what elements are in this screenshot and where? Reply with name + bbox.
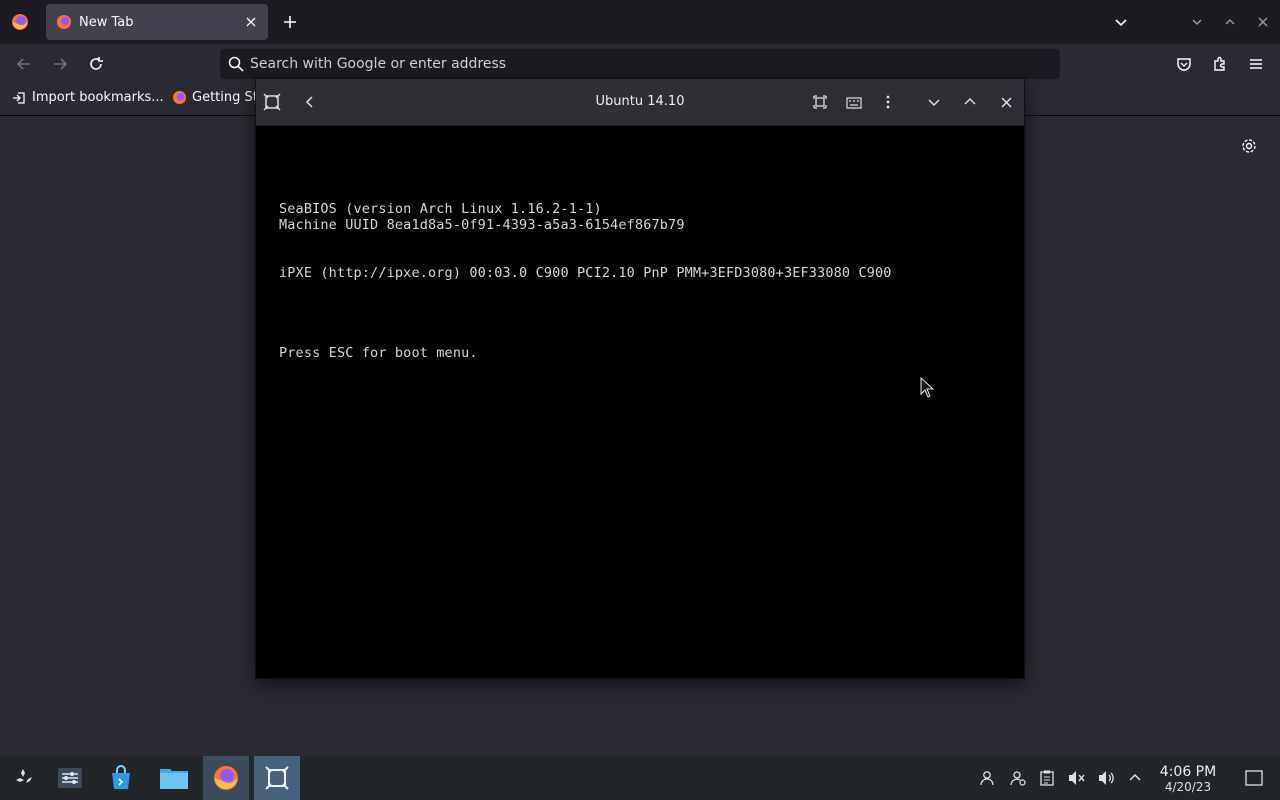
software-store-icon[interactable] <box>98 756 144 800</box>
kebab-menu-icon[interactable] <box>874 88 902 116</box>
window-close-icon[interactable] <box>1249 8 1277 36</box>
maximize-chevron-icon[interactable] <box>956 88 984 116</box>
bookmark-label: Import bookmarks... <box>32 90 164 105</box>
gear-icon[interactable] <box>1235 132 1263 160</box>
hamburger-menu-icon[interactable] <box>1242 50 1270 78</box>
tab-new-tab[interactable]: New Tab <box>46 4 268 40</box>
user-switch-icon[interactable] <box>1007 768 1029 788</box>
volume-muted-icon[interactable] <box>1066 768 1088 788</box>
vm-window-title: Ubuntu 14.10 <box>595 94 685 109</box>
pocket-icon[interactable] <box>1170 50 1198 78</box>
minimize-chevron-icon[interactable] <box>920 88 948 116</box>
firefox-favicon-icon <box>57 15 71 29</box>
volume-icon[interactable] <box>1096 768 1118 788</box>
console-line: Press ESC for boot menu. <box>279 345 478 361</box>
user-icon[interactable] <box>976 768 998 788</box>
vm-viewer-window: Ubuntu 14.10 SeaBIOS (version Arch Linux… <box>256 79 1024 678</box>
console-line: SeaBIOS (version Arch Linux 1.16.2-1-1) <box>279 201 602 217</box>
bookmark-label: Getting St <box>192 90 258 105</box>
console-line: iPXE (http://ipxe.org) 00:03.0 C900 PCI2… <box>279 265 892 281</box>
import-icon <box>13 91 25 104</box>
address-placeholder: Search with Google or enter address <box>250 56 507 72</box>
window-minimize-icon[interactable] <box>1183 8 1211 36</box>
search-icon <box>228 56 244 72</box>
back-arrow-icon[interactable] <box>10 50 38 78</box>
list-all-tabs-chevron-icon[interactable] <box>1107 8 1135 36</box>
address-bar[interactable]: Search with Google or enter address <box>220 49 1060 79</box>
close-icon[interactable] <box>992 88 1020 116</box>
forward-arrow-icon[interactable] <box>46 50 74 78</box>
mouse-cursor-icon <box>920 376 935 403</box>
close-tab-icon[interactable] <box>240 11 262 33</box>
tab-title: New Tab <box>79 14 134 30</box>
window-maximize-icon[interactable] <box>1216 8 1244 36</box>
show-desktop-icon[interactable] <box>1243 768 1265 788</box>
extensions-puzzle-icon[interactable] <box>1206 50 1234 78</box>
taskbar-vm-viewer-icon[interactable] <box>254 756 300 800</box>
reload-icon[interactable] <box>82 50 110 78</box>
application-launcher-icon[interactable] <box>0 756 46 800</box>
taskbar-firefox-icon[interactable] <box>203 756 249 800</box>
clock-date[interactable]: 4/20/23 <box>1152 780 1224 794</box>
browser-tab-bar: New Tab <box>0 0 1280 44</box>
keyboard-icon[interactable] <box>840 88 868 116</box>
vm-window-header: Ubuntu 14.10 <box>256 79 1024 126</box>
vm-console-screen[interactable]: SeaBIOS (version Arch Linux 1.16.2-1-1) … <box>256 126 1024 678</box>
system-settings-icon[interactable] <box>47 756 93 800</box>
bookmark-getting-started[interactable]: Getting St <box>172 90 258 105</box>
fullscreen-icon[interactable] <box>806 88 834 116</box>
bookmark-import[interactable]: Import bookmarks... <box>12 90 164 105</box>
taskbar <box>0 756 1280 800</box>
clock-time[interactable]: 4:06 PM <box>1152 764 1224 780</box>
firefox-menu-icon[interactable] <box>6 8 34 36</box>
navigation-toolbar: Search with Google or enter address <box>0 44 1280 84</box>
show-hidden-icons-chevron-icon[interactable] <box>1124 768 1146 788</box>
firefox-favicon-icon <box>172 90 187 105</box>
clipboard-icon[interactable] <box>1036 768 1058 788</box>
file-manager-icon[interactable] <box>151 756 197 800</box>
new-tab-plus-icon[interactable] <box>276 8 304 36</box>
console-line: Machine UUID 8ea1d8a5-0f91-4393-a5a3-615… <box>279 217 685 233</box>
